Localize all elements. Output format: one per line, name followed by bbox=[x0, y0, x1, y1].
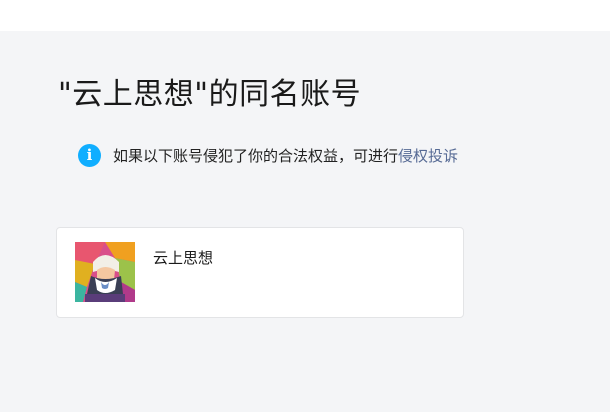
account-name: 云上思想 bbox=[153, 249, 214, 267]
infringement-report-link[interactable]: 侵权投诉 bbox=[398, 145, 458, 166]
notice-text: 如果以下账号侵犯了你的合法权益，可进行 bbox=[113, 146, 399, 165]
avatar bbox=[75, 242, 135, 302]
info-icon: i bbox=[78, 143, 101, 167]
top-bar bbox=[0, 0, 610, 31]
account-card[interactable]: 云上思想 bbox=[56, 227, 464, 318]
page-title: "云上思想"的同名账号 bbox=[58, 77, 362, 112]
infringement-notice: i 如果以下账号侵犯了你的合法权益，可进行 侵权投诉 bbox=[78, 143, 458, 167]
